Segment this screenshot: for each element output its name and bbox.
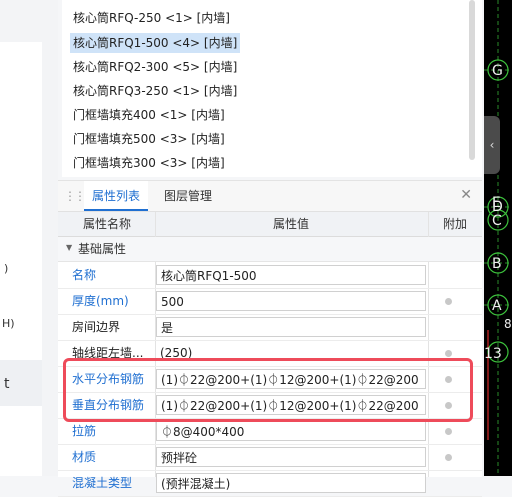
axis-label-c: C — [492, 213, 502, 229]
axis-label-b: B — [492, 256, 502, 272]
property-row[interactable]: 名称 核心筒RFQ1-500 — [58, 262, 482, 289]
property-row[interactable]: 混凝土类型 (预拌混凝土) — [58, 470, 482, 497]
collapse-caret-icon[interactable]: ▼ — [66, 243, 72, 252]
attach-radio[interactable] — [445, 350, 452, 357]
property-value-field[interactable]: (预拌混凝土) — [156, 473, 426, 493]
property-row[interactable]: 拉筋 ⏀8@400*400 — [58, 418, 482, 445]
list-item[interactable]: 门框墙填充400 <1> [内墙] — [70, 105, 228, 125]
property-row[interactable]: 房间边界 是 — [58, 314, 482, 341]
list-scrollbar[interactable] — [469, 0, 475, 160]
property-name: 混凝土类型 — [72, 476, 133, 490]
property-row[interactable]: 材质 预拌砼 — [58, 444, 482, 471]
header-property-value: 属性值 — [272, 217, 309, 231]
property-value-field[interactable]: ⏀8@400*400 — [156, 421, 426, 441]
left-side-sheet — [0, 42, 42, 476]
attach-radio[interactable] — [445, 298, 452, 305]
axis-label-13: 13 — [484, 346, 502, 362]
list-item[interactable]: 核心筒RFQ2-300 <5> [内墙] — [70, 57, 240, 77]
table-header: 属性名称 属性值 附加 — [58, 212, 482, 237]
list-item[interactable]: 门框墙填充300 <3> [内墙] — [70, 153, 228, 173]
property-name: 厚度(mm) — [72, 294, 129, 308]
group-label: 基础属性 — [78, 242, 127, 256]
property-panel: ⋮⋮ 属性列表 图层管理 ✕ 属性名称 属性值 附加 ▼ 基础属性 名称 核心筒R… — [58, 180, 482, 497]
list-item[interactable]: 核心筒RFQ-250 <1> [内墙] — [70, 8, 233, 28]
rebar-highlight-box — [63, 358, 473, 422]
property-value-field[interactable]: 预拌砼 — [156, 447, 426, 467]
list-item[interactable]: 核心筒RFQ3-250 <1> [内墙] — [70, 81, 240, 101]
property-name: 房间边界 — [72, 320, 121, 334]
axis-label-g: G — [492, 63, 503, 79]
property-value-field[interactable]: 核心筒RFQ1-500 — [156, 265, 426, 285]
tab-bar: ⋮⋮ 属性列表 图层管理 ✕ — [58, 181, 482, 212]
list-item[interactable]: 门框墙填充500 <3> [内墙] — [70, 129, 228, 149]
property-value-field[interactable]: 500 — [156, 291, 426, 311]
axis-label-a: A — [492, 298, 502, 314]
chevron-left-icon: ‹ — [489, 138, 495, 152]
list-item-selected[interactable]: 核心筒RFQ1-500 <4> [内墙] — [70, 33, 241, 53]
left-fragment-3: t — [4, 376, 10, 392]
axis-label-8: 8 — [504, 317, 512, 331]
left-fragment-1: ) — [4, 262, 9, 275]
tab-layer-manager[interactable]: 图层管理 — [156, 181, 220, 211]
property-row[interactable]: 厚度(mm) 500 — [58, 288, 482, 315]
drag-handle-icon[interactable]: ⋮⋮ — [64, 189, 86, 203]
component-list: 核心筒RFQ-250 <1> [内墙] 核心筒RFQ1-500 <4> [内墙]… — [62, 0, 482, 177]
cad-canvas[interactable]: G E D C B A 13 8 — [484, 0, 512, 476]
left-side-panel: ) H) t — [0, 0, 58, 476]
panel-collapse-toggle[interactable]: ‹ — [484, 116, 500, 174]
cad-drawing: G E D C B A 13 8 — [484, 0, 512, 476]
left-fragment-2: H) — [2, 317, 15, 330]
property-value-field[interactable]: 是 — [156, 317, 426, 337]
attach-radio[interactable] — [445, 454, 452, 461]
header-property-name: 属性名称 — [82, 217, 131, 231]
header-extra: 附加 — [442, 217, 467, 231]
close-icon[interactable]: ✕ — [460, 187, 472, 203]
tab-property-list[interactable]: 属性列表 — [84, 181, 149, 211]
property-name: 名称 — [72, 268, 97, 282]
attach-radio[interactable] — [445, 428, 452, 435]
group-basic-properties[interactable]: ▼ 基础属性 — [58, 237, 482, 262]
property-name: 材质 — [72, 450, 97, 464]
